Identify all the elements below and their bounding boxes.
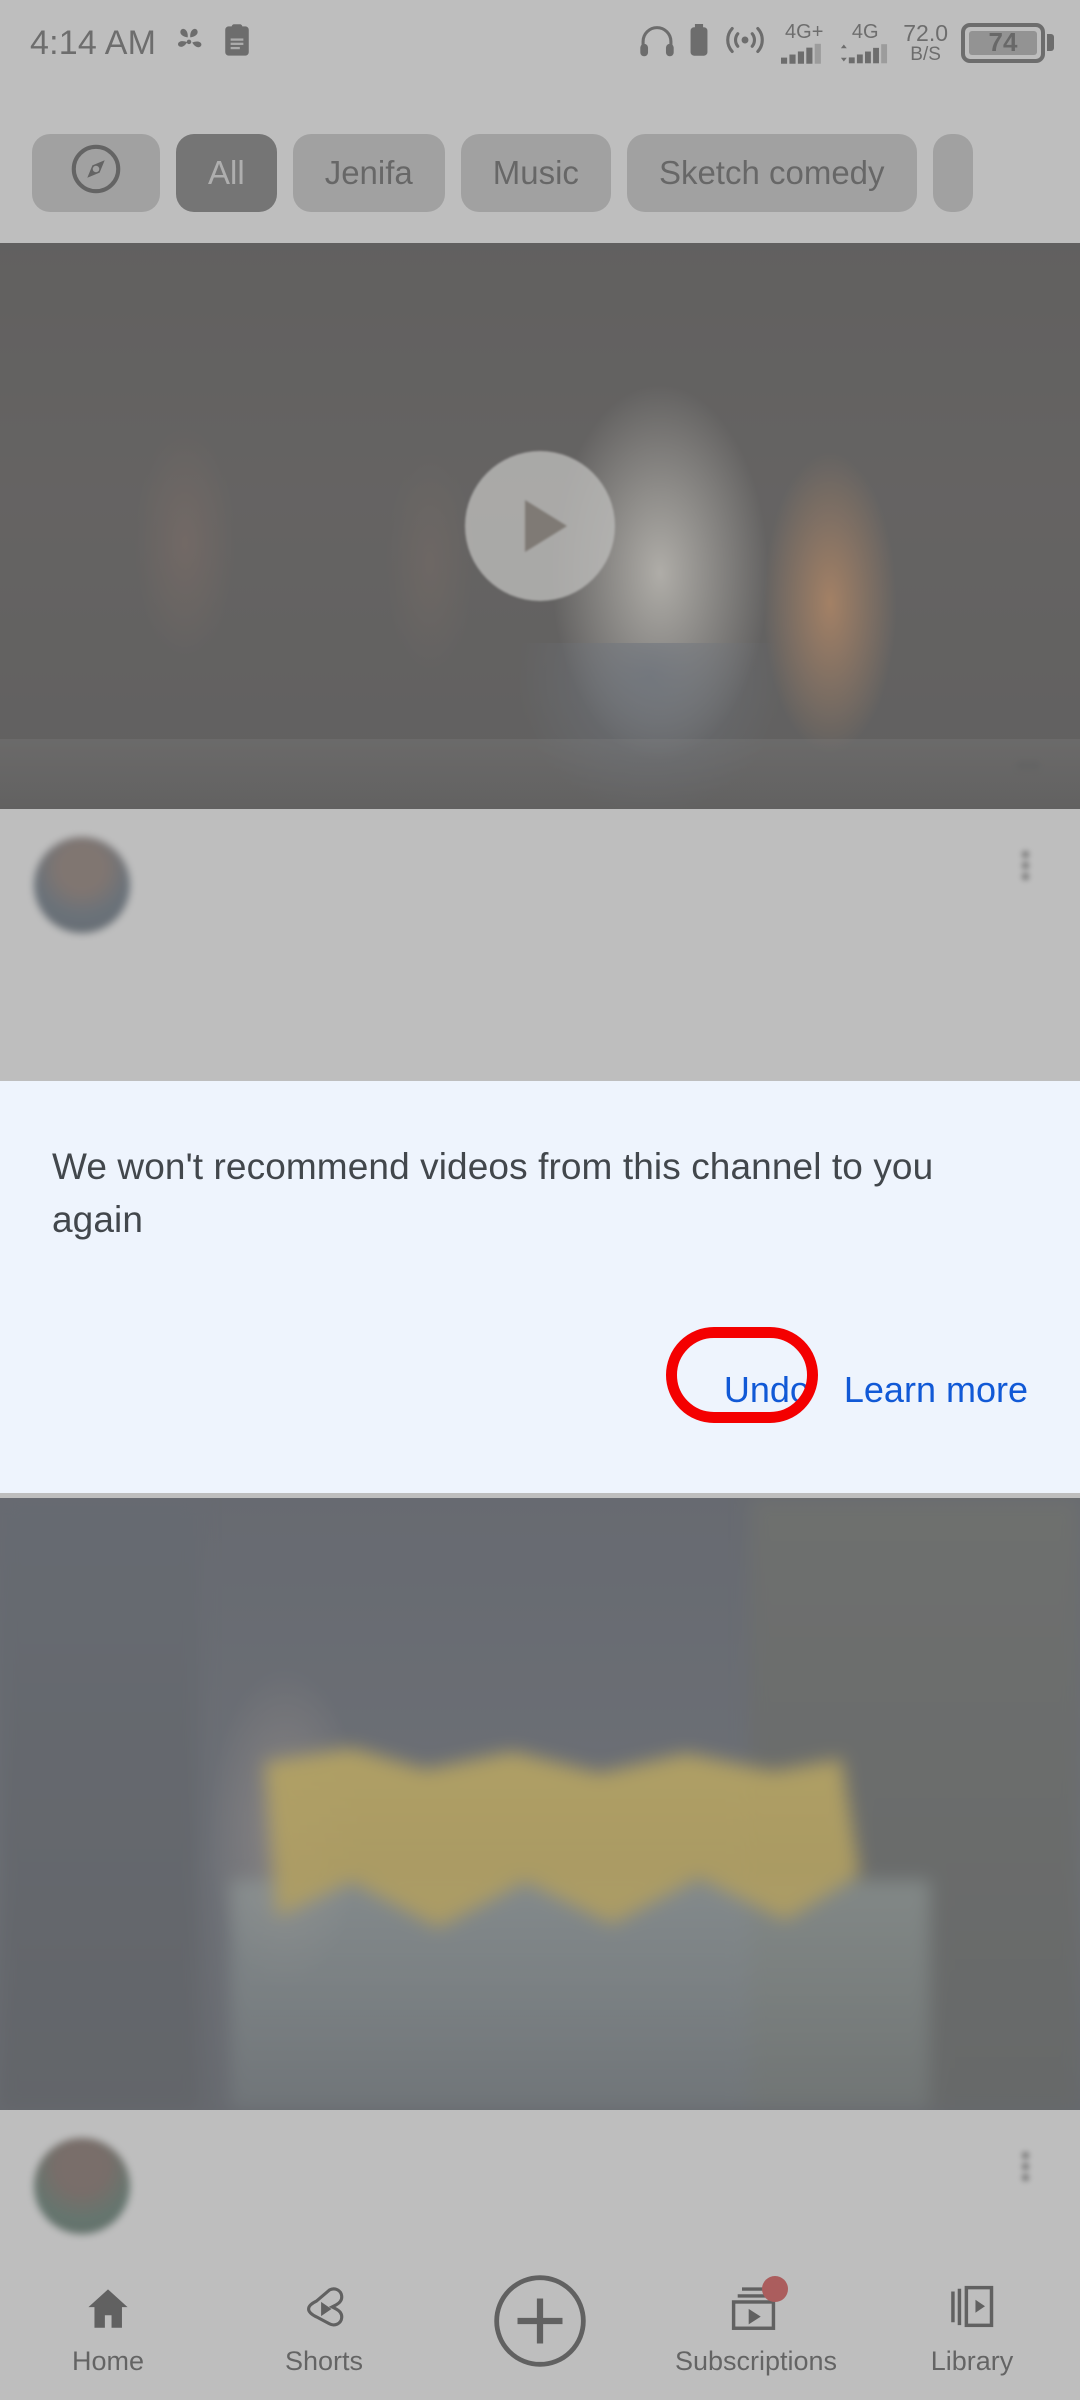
signal-2-indicator: 4G xyxy=(840,22,890,64)
play-circle-icon[interactable] xyxy=(465,451,615,601)
nav-label-subscriptions: Subscriptions xyxy=(674,2345,838,2376)
status-bar: 4:14 AM 4G+ 4G 72.0 B/S 74 xyxy=(0,0,1080,86)
video-title xyxy=(156,2142,1000,2184)
snackbar-actions: Undo Learn more xyxy=(724,1369,1028,1411)
subscriptions-icon xyxy=(728,2275,788,2334)
more-vertical-icon[interactable] xyxy=(1000,837,1050,1005)
data-speed-indicator: 72.0 B/S xyxy=(903,19,948,66)
plus-circle-icon[interactable] xyxy=(490,2269,590,2373)
bottom-navigation-bar[interactable]: Home Shorts Subscriptions Library xyxy=(0,2254,1080,2400)
nav-item-subscriptions[interactable]: Subscriptions xyxy=(648,2275,864,2377)
status-bar-left: 4:14 AM xyxy=(30,24,252,63)
chip-music[interactable]: Music xyxy=(460,134,611,212)
channel-avatar[interactable] xyxy=(34,837,130,933)
compass-icon xyxy=(67,140,125,206)
headphone-icon xyxy=(638,23,676,62)
learn-more-link[interactable]: Learn more xyxy=(844,1369,1028,1411)
video-meta-text xyxy=(130,837,1000,1005)
subscriptions-badge xyxy=(762,2275,788,2302)
chip-all[interactable]: All xyxy=(176,134,277,212)
video-subtitle xyxy=(156,899,1000,930)
video-thumbnail-2[interactable] xyxy=(0,1498,1080,2110)
signal-bars-icon xyxy=(781,43,822,64)
chip-overflow[interactable] xyxy=(932,134,973,212)
chip-jenifa[interactable]: Jenifa xyxy=(292,134,445,212)
battery-percent-label: 74 xyxy=(969,27,1037,57)
signal-bars-icon xyxy=(841,44,888,64)
category-chip-row[interactable]: All Jenifa Music Sketch comedy xyxy=(0,120,1080,226)
shorts-icon xyxy=(298,2278,350,2334)
video-meta-1[interactable] xyxy=(0,809,1080,1005)
home-icon xyxy=(82,2278,134,2334)
chip-sketch-comedy[interactable]: Sketch comedy xyxy=(626,134,917,212)
nav-label-library: Library xyxy=(930,2345,1014,2376)
video-duration-badge xyxy=(1016,761,1040,771)
video-subtitle xyxy=(156,2200,1000,2231)
nav-label-shorts: Shorts xyxy=(284,2345,364,2376)
nav-label-home: Home xyxy=(71,2345,145,2376)
hotspot-icon xyxy=(722,23,768,62)
video-title xyxy=(156,841,1000,883)
library-icon xyxy=(946,2278,998,2334)
recommendation-snackbar: We won't recommend videos from this chan… xyxy=(0,1081,1080,1493)
video-thumbnail-1[interactable] xyxy=(0,243,1080,809)
pinwheel-icon xyxy=(172,24,206,63)
nav-item-create[interactable] xyxy=(432,2269,648,2385)
chip-explore[interactable] xyxy=(32,134,160,212)
undo-button[interactable]: Undo xyxy=(724,1369,810,1411)
nav-item-home[interactable]: Home xyxy=(0,2278,216,2377)
battery-small-icon xyxy=(689,24,709,61)
nav-item-shorts[interactable]: Shorts xyxy=(216,2278,432,2377)
signal-1-indicator: 4G+ xyxy=(781,22,827,64)
status-clock: 4:14 AM xyxy=(30,23,157,62)
battery-indicator: 74 xyxy=(961,22,1054,63)
clipboard-icon xyxy=(222,23,252,63)
status-bar-right: 4G+ 4G 72.0 B/S 74 xyxy=(638,21,1054,65)
channel-avatar[interactable] xyxy=(34,2138,130,2234)
nav-item-library[interactable]: Library xyxy=(864,2278,1080,2377)
snackbar-message: We won't recommend videos from this chan… xyxy=(52,1146,934,1240)
